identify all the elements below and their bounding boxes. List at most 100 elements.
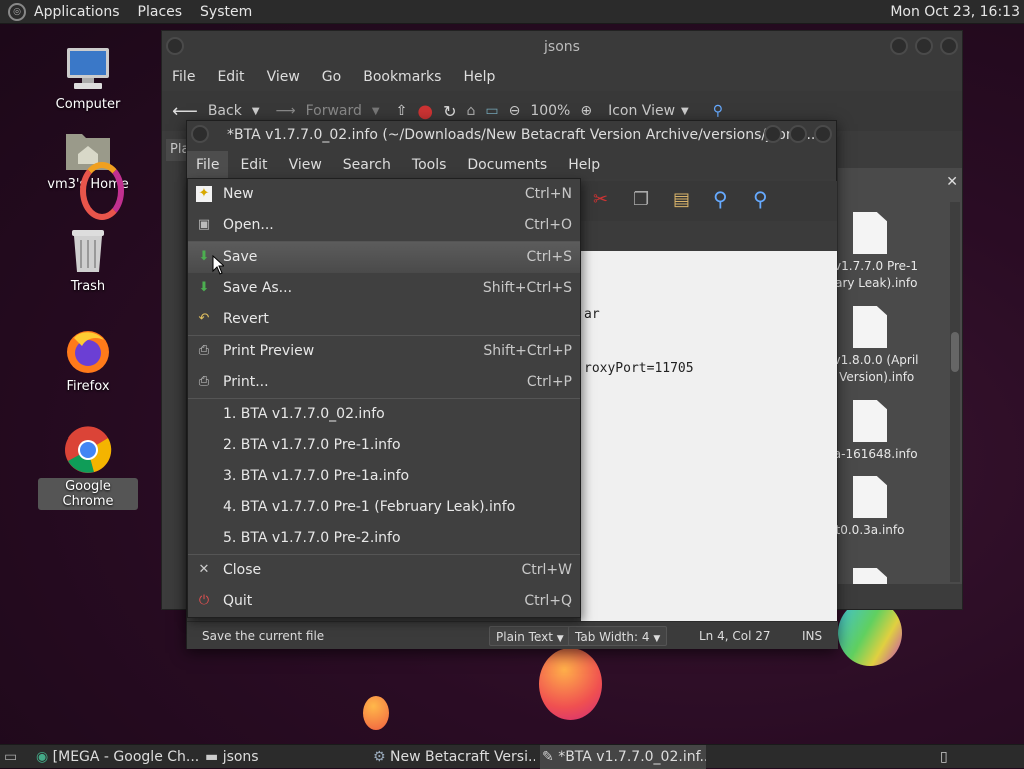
trash-applet-icon[interactable]: ▯ [940, 745, 958, 769]
menu-item-recent-1[interactable]: 1. BTA v1.7.7.0_02.info [188, 399, 580, 430]
menu-item-print[interactable]: ⎙ Print... Ctrl+P [188, 367, 580, 398]
minimize-button[interactable] [764, 125, 782, 143]
desktop-icon-label: Firefox [66, 379, 110, 394]
menu-item-open[interactable]: ▣ Open... Ctrl+O [188, 210, 580, 241]
forward-button[interactable]: Forward [306, 103, 362, 119]
menu-item-shortcut: Ctrl+N [524, 186, 572, 202]
computer-icon[interactable]: ▭ [485, 103, 498, 119]
show-desktop-icon[interactable]: ▭ [4, 745, 24, 769]
menu-item-print-preview[interactable]: ⎙ Print Preview Shift+Ctrl+P [188, 336, 580, 367]
reload-icon[interactable]: ↻ [443, 102, 456, 121]
zoom-out-icon[interactable]: ⊖ [509, 103, 521, 119]
menu-item-save-as[interactable]: ⬇ Save As... Shift+Ctrl+S [188, 273, 580, 304]
chevron-down-icon[interactable]: ▼ [372, 106, 380, 117]
desktop-icon-chrome[interactable]: Google Chrome [38, 426, 138, 510]
save-as-icon: ⬇ [198, 280, 210, 295]
text-area[interactable]: ar roxyPort=11705 [581, 251, 837, 621]
menu-item-recent-2[interactable]: 2. BTA v1.7.7.0 Pre-1.info [188, 430, 580, 461]
menu-applications[interactable]: Applications [34, 4, 120, 20]
menu-file[interactable]: File [172, 69, 195, 85]
home-icon[interactable]: ⌂ [466, 103, 475, 119]
menu-item-save[interactable]: ⬇ Save Ctrl+S [188, 242, 580, 273]
forward-arrow-icon[interactable]: ⟶ [276, 103, 296, 119]
menu-view[interactable]: View [267, 69, 300, 85]
menu-item-revert[interactable]: ↶ Revert [188, 304, 580, 335]
view-mode-select[interactable]: Icon View [608, 103, 675, 119]
window-menu-button[interactable] [191, 125, 209, 143]
mouse-cursor-icon [212, 255, 224, 275]
paste-icon[interactable]: ▤ [673, 189, 690, 210]
maximize-button[interactable] [789, 125, 807, 143]
up-icon[interactable]: ⇧ [396, 103, 408, 119]
menu-help[interactable]: Help [463, 69, 495, 85]
text-file-icon [853, 476, 887, 518]
menu-item-new[interactable]: ✦ New Ctrl+N [188, 179, 580, 210]
menu-tools[interactable]: Tools [403, 151, 456, 179]
taskbar-item[interactable]: ✎ *BTA v1.7.7.0_02.inf... [540, 745, 706, 769]
menu-edit[interactable]: Edit [217, 69, 244, 85]
file-menu-dropdown: ✦ New Ctrl+N ▣ Open... Ctrl+O ⬇ Save Ctrl+S ⬇ S… [187, 178, 581, 618]
wallpaper-ring [80, 162, 124, 220]
menu-item-close[interactable]: ✕ Close Ctrl+W [188, 555, 580, 586]
menu-search[interactable]: Search [334, 151, 400, 179]
text-file-icon [853, 400, 887, 442]
revert-icon: ↶ [198, 311, 210, 326]
clock[interactable]: Mon Oct 23, 16:13 [890, 4, 1020, 20]
maximize-button[interactable] [915, 37, 933, 55]
close-window-button[interactable] [814, 125, 832, 143]
zoom-in-icon[interactable]: ⊕ [580, 103, 592, 119]
search-icon[interactable]: ⚲ [713, 187, 728, 211]
folder-icon: ▬ [205, 749, 219, 765]
wallpaper-blob [539, 648, 602, 720]
taskbar-item[interactable]: ◉ [MEGA - Google Ch... [36, 745, 200, 769]
menu-item-label: Close [223, 562, 262, 578]
menu-item-quit[interactable]: ⏻ Quit Ctrl+Q [188, 586, 580, 617]
open-icon: ▣ [197, 217, 211, 232]
desktop-icon-label: Google Chrome [38, 478, 138, 510]
text-file-icon [853, 306, 887, 348]
wallpaper-blob [363, 696, 389, 730]
menu-item-label: Print... [223, 374, 269, 390]
copy-icon[interactable]: ❐ [633, 189, 649, 210]
status-message: Save the current file [202, 629, 325, 643]
menu-item-shortcut: Shift+Ctrl+P [483, 343, 572, 359]
back-arrow-icon[interactable]: ⟵ [172, 101, 198, 122]
cut-icon[interactable]: ✂ [593, 189, 608, 210]
menu-item-shortcut: Ctrl+W [521, 562, 572, 578]
menu-documents[interactable]: Documents [458, 151, 556, 179]
print-icon: ⎙ [198, 374, 210, 389]
menu-item-recent-5[interactable]: 5. BTA v1.7.7.0 Pre-2.info [188, 523, 580, 554]
menu-file[interactable]: File [187, 151, 229, 179]
desktop-icon-firefox[interactable]: Firefox [38, 326, 138, 395]
close-window-button[interactable] [940, 37, 958, 55]
menu-item-recent-3[interactable]: 3. BTA v1.7.7.0 Pre-1a.info [188, 461, 580, 492]
chevron-down-icon[interactable]: ▼ [252, 106, 260, 117]
insert-mode: INS [802, 629, 823, 643]
menu-system[interactable]: System [200, 4, 252, 20]
menu-edit[interactable]: Edit [231, 151, 276, 179]
back-button[interactable]: Back [208, 103, 242, 119]
menu-help[interactable]: Help [559, 151, 609, 179]
trash-icon [68, 226, 108, 274]
tab-width-select[interactable]: Tab Width: 4 ▼ [568, 626, 668, 646]
menu-bookmarks[interactable]: Bookmarks [363, 69, 441, 85]
minimize-button[interactable] [890, 37, 908, 55]
language-select[interactable]: Plain Text ▼ [489, 626, 571, 646]
desktop-icon-computer[interactable]: Computer [38, 44, 138, 113]
search-replace-icon[interactable]: ⚲ [753, 187, 768, 211]
menu-view[interactable]: View [280, 151, 331, 179]
chevron-down-icon[interactable]: ▼ [681, 106, 689, 117]
scrollbar[interactable] [950, 202, 960, 582]
desktop-icon-trash[interactable]: Trash [38, 226, 138, 295]
menu-go[interactable]: Go [322, 69, 341, 85]
menu-places[interactable]: Places [138, 4, 183, 20]
search-icon[interactable]: ⚲ [713, 103, 723, 119]
window-menu-button[interactable] [166, 37, 184, 55]
distro-logo-icon[interactable]: ◎ [8, 2, 26, 21]
text-file-icon [853, 212, 887, 254]
menu-item-recent-4[interactable]: 4. BTA v1.7.7.0 Pre-1 (February Leak).in… [188, 492, 580, 523]
stop-icon[interactable]: ● [417, 101, 433, 122]
taskbar-item[interactable]: ▬ jsons [205, 745, 367, 769]
close-pane-icon[interactable]: ✕ [946, 174, 958, 190]
taskbar-item[interactable]: ⚙ New Betacraft Versi... [373, 745, 535, 769]
